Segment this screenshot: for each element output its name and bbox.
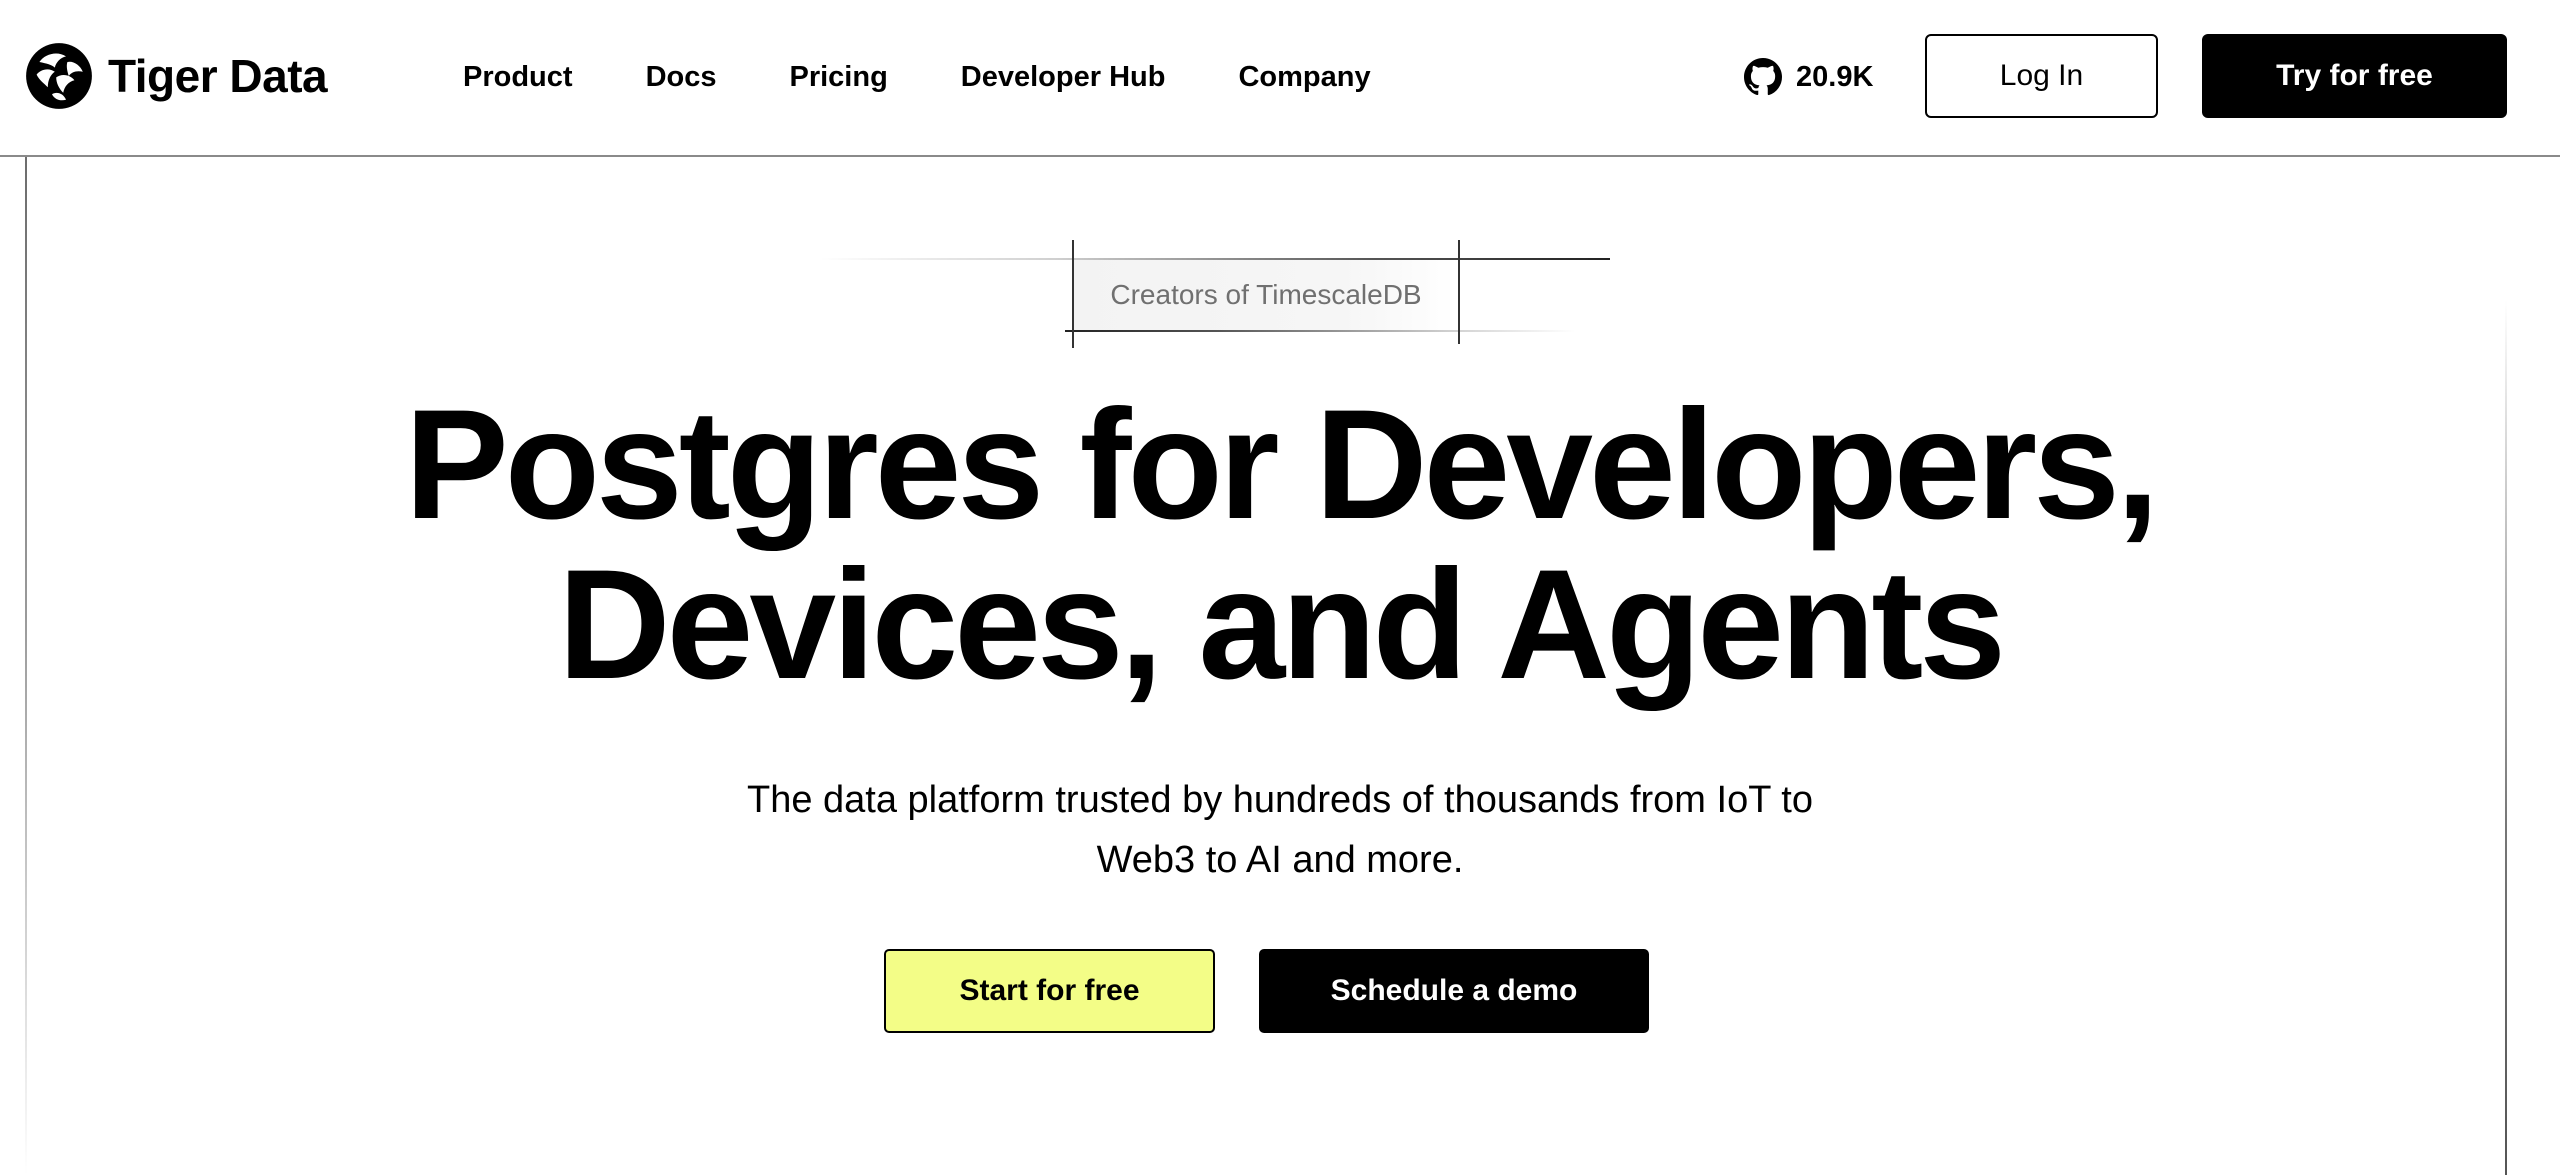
nav-item-product[interactable]: Product: [463, 62, 573, 92]
badge-guide-tick-left: [1072, 240, 1074, 348]
site-header: Tiger Data Product Docs Pricing Develope…: [0, 0, 2560, 157]
nav-item-docs[interactable]: Docs: [646, 62, 717, 92]
try-for-free-button[interactable]: Try for free: [2202, 34, 2507, 118]
login-button[interactable]: Log In: [1925, 34, 2158, 118]
github-star-count: 20.9K: [1796, 60, 1874, 93]
nav-item-developer-hub[interactable]: Developer Hub: [961, 62, 1166, 92]
tiger-head-logo-icon: [26, 43, 92, 109]
nav-item-pricing[interactable]: Pricing: [789, 62, 887, 92]
nav-item-company[interactable]: Company: [1238, 62, 1370, 92]
badge-guide-tick-right: [1458, 240, 1460, 344]
start-for-free-button[interactable]: Start for free: [884, 949, 1215, 1033]
creators-badge: Creators of TimescaleDB: [1074, 260, 1458, 330]
hero-subtitle: The data platform trusted by hundreds of…: [0, 770, 2560, 890]
badge-guide-line-bottom: [1065, 330, 1575, 332]
brand-name: Tiger Data: [108, 50, 328, 102]
main-nav: Product Docs Pricing Developer Hub Compa…: [463, 0, 1444, 154]
schedule-demo-button[interactable]: Schedule a demo: [1259, 949, 1649, 1033]
creators-badge-frame: Creators of TimescaleDB: [820, 240, 1760, 350]
hero-title-line-1: Postgres for Developers,: [404, 378, 2160, 552]
hero-title-line-2: Devices, and Agents: [557, 538, 2006, 712]
hero-subtitle-line-2: Web3 to AI and more.: [1096, 839, 1464, 881]
brand-logo-link[interactable]: Tiger Data: [24, 40, 328, 112]
github-icon: [1744, 58, 1782, 96]
hero-subtitle-line-1: The data platform trusted by hundreds of…: [746, 779, 1813, 821]
hero-title: Postgres for Developers, Devices, and Ag…: [0, 385, 2560, 705]
github-stars-link[interactable]: 20.9K: [1744, 57, 1873, 97]
